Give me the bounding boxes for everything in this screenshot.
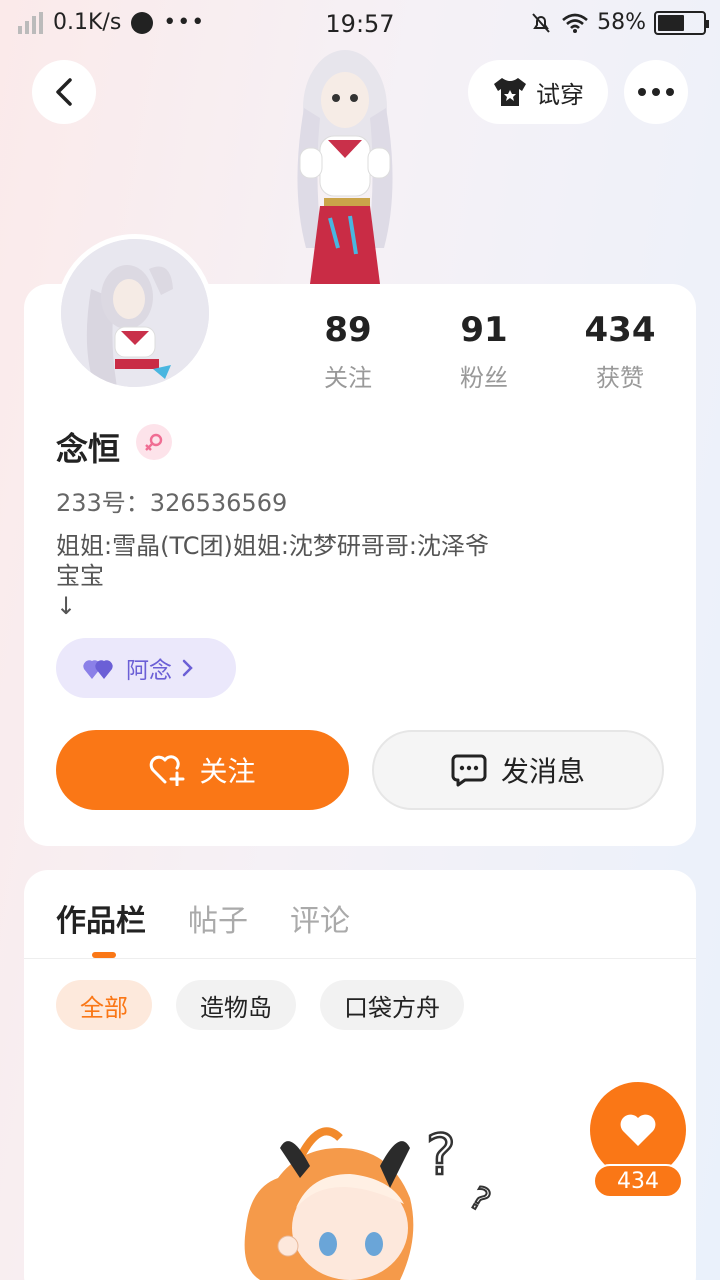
stat-followers[interactable]: 91 粉丝 — [416, 312, 552, 393]
stat-label: 关注 — [324, 364, 372, 392]
empty-state-mascot: ? ? — [240, 1118, 510, 1280]
try-on-label: 试穿 — [536, 80, 584, 109]
battery-percent: 58% — [597, 10, 646, 35]
bio-line: 宝宝 — [56, 562, 104, 590]
more-options-button[interactable] — [624, 60, 688, 124]
divider — [24, 958, 696, 959]
bio-line: ↓ — [56, 592, 77, 620]
content-tabs: 作品栏 帖子 评论 — [56, 896, 350, 940]
club-tag[interactable]: 阿念 — [56, 638, 236, 698]
send-message-label: 发消息 — [500, 755, 585, 788]
filter-creation-island[interactable]: 造物岛 — [176, 980, 296, 1030]
try-on-button[interactable]: 试穿 — [468, 60, 608, 124]
stat-label: 粉丝 — [460, 364, 508, 392]
mute-bell-icon — [532, 12, 550, 33]
stat-likes[interactable]: 434 获赞 — [552, 312, 688, 393]
bio: 姐姐:雪晶(TC团)姐姐:沈梦研哥哥:沈泽爷 宝宝 ↓ — [56, 531, 536, 621]
follow-label: 关注 — [199, 755, 256, 788]
chevron-left-icon — [56, 78, 72, 106]
status-bar: 0.1K/s ••• 19:57 58% — [0, 0, 720, 50]
club-tag-label: 阿念 — [126, 658, 172, 684]
female-gender-icon — [136, 424, 172, 460]
wifi-icon — [562, 13, 588, 33]
tab-works[interactable]: 作品栏 — [56, 896, 146, 940]
username: 念恒 — [56, 430, 121, 468]
double-heart-icon — [83, 660, 113, 679]
heart-icon — [620, 1114, 656, 1146]
filter-all[interactable]: 全部 — [56, 980, 152, 1030]
svg-text:?: ? — [463, 1178, 497, 1219]
character-avatar-illustration — [270, 48, 420, 284]
back-button[interactable] — [32, 60, 96, 124]
user-id: 233号：326536569 — [56, 489, 288, 517]
more-dots-icon — [638, 88, 674, 96]
stat-label: 获赞 — [596, 364, 644, 392]
stat-value: 91 — [460, 310, 508, 350]
tab-posts[interactable]: 帖子 — [188, 896, 248, 940]
chevron-right-icon — [182, 659, 193, 677]
avatar[interactable] — [56, 234, 214, 392]
filter-chips: 全部 造物岛 口袋方舟 — [56, 980, 464, 1030]
heart-plus-icon — [150, 755, 185, 786]
svg-text:?: ? — [426, 1123, 456, 1188]
bio-line: 姐姐:雪晶(TC团)姐姐:沈梦研哥哥:沈泽爷 — [56, 532, 489, 560]
stat-value: 89 — [324, 310, 372, 350]
status-right: 58% — [529, 10, 709, 35]
like-count: 434 — [593, 1164, 683, 1198]
stat-following[interactable]: 89 关注 — [280, 312, 416, 393]
filter-pocket-ark[interactable]: 口袋方舟 — [320, 980, 464, 1030]
send-message-button[interactable]: 发消息 — [372, 730, 664, 810]
chat-bubble-icon — [451, 754, 487, 787]
battery-icon — [654, 10, 709, 35]
profile-stats: 89 关注 91 粉丝 434 获赞 — [280, 312, 690, 393]
tshirt-icon — [494, 78, 526, 106]
follow-button[interactable]: 关注 — [56, 730, 349, 810]
tab-comments[interactable]: 评论 — [290, 896, 350, 940]
stat-value: 434 — [584, 310, 656, 350]
